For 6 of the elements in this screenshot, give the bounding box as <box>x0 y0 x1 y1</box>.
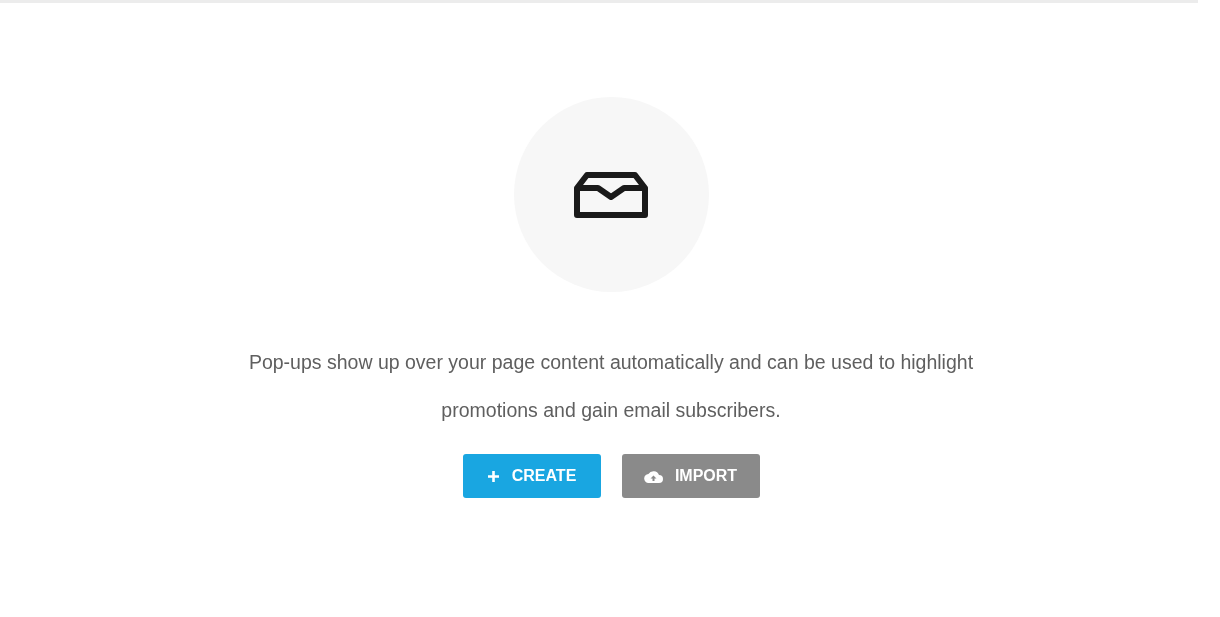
import-button[interactable]: IMPORT <box>621 454 760 498</box>
description-text: Pop-ups show up over your page content automatically and can be used to highlight promotions and gain email subscribers. <box>247 350 975 423</box>
inbox-tray-icon <box>574 170 648 219</box>
plus-icon <box>486 469 500 483</box>
create-button[interactable]: CREATE <box>462 454 601 498</box>
cloud-upload-icon <box>643 469 663 483</box>
